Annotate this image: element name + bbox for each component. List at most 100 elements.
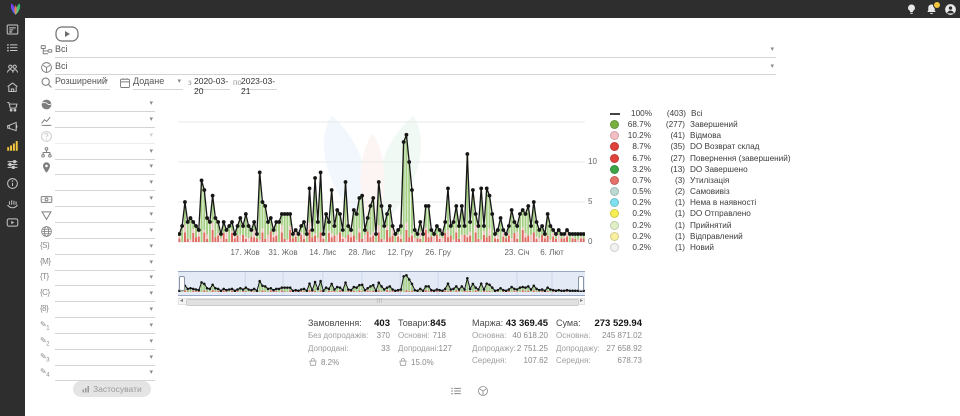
stat-row: Основна:245 871.02 — [556, 331, 642, 344]
search-icon — [40, 76, 53, 89]
legend-item[interactable]: 0.2%(1)Нема в наявності — [610, 197, 756, 208]
chevron-down-icon: ▾ — [149, 211, 153, 219]
scroll-left-icon[interactable]: ◂ — [180, 298, 183, 305]
scroll-right-icon[interactable]: ▸ — [580, 298, 583, 305]
legend-item[interactable]: 100%(403)Всі — [610, 108, 702, 119]
sidebar-item-partners[interactable] — [6, 197, 19, 210]
brackets-m-icon: {M} — [40, 257, 53, 270]
side-filter-dropdown-13[interactable]: ▾ — [55, 288, 155, 302]
chart-scrollbar[interactable]: ◂ ||| ▸ — [178, 298, 585, 305]
sidebar-item-settings[interactable] — [6, 158, 19, 171]
chevron-down-icon: ▾ — [149, 179, 153, 187]
side-filter-dropdown-4[interactable]: ▾ — [55, 146, 155, 160]
date-from-label: з — [188, 78, 192, 87]
legend-item[interactable]: 0.2%(1)DO Отправлено — [610, 208, 751, 219]
sidebar-item-orders[interactable] — [6, 42, 19, 55]
stat-title: Товари:845 — [398, 318, 446, 331]
stat-row: Середня:678.73 — [556, 356, 642, 369]
sidebar-item-store[interactable] — [6, 81, 19, 94]
stat-upsell-badge: 8.2% — [308, 356, 390, 369]
date-field-dropdown[interactable]: Додане ▾ — [133, 76, 183, 90]
side-filter-dropdown-7[interactable]: ▾ — [55, 193, 155, 207]
status-flow-icon — [40, 44, 53, 57]
list-view-icon[interactable] — [450, 384, 462, 396]
chevron-down-icon: ▾ — [149, 338, 153, 346]
chevron-down-icon: ▾ — [149, 148, 153, 156]
legend-dot-marker — [610, 120, 619, 129]
legend-item[interactable]: 8.7%(35)DO Возврат склад — [610, 141, 759, 152]
navigator-left-handle[interactable] — [179, 276, 185, 291]
sidebar-item-cart[interactable] — [6, 100, 19, 113]
legend-item[interactable]: 68.7%(277)Завершений — [610, 119, 738, 130]
basket-icon — [308, 357, 321, 369]
legend-dot-marker — [610, 243, 619, 252]
legend-item[interactable]: 0.7%(3)Утилізація — [610, 175, 729, 186]
side-filter-dropdown-2[interactable]: ▾ — [55, 114, 155, 128]
side-filter-dropdown-8[interactable]: ▾ — [55, 209, 155, 223]
apply-button[interactable]: Застосувати — [73, 381, 151, 397]
calendar-icon — [119, 76, 132, 89]
sidebar-item-marketing[interactable] — [6, 120, 19, 133]
scrollbar-thumb[interactable]: ||| — [186, 299, 579, 306]
side-filter-dropdown-17[interactable]: ▾ — [55, 352, 155, 366]
search-mode-dropdown[interactable]: Розширений ▾ — [55, 76, 110, 90]
x-tick-label: 31. Жов — [261, 248, 305, 257]
pencil-1-icon: ✎1 — [40, 320, 53, 333]
chevron-down-icon: ▾ — [104, 78, 108, 86]
side-filter-dropdown-5[interactable]: ▾ — [55, 161, 155, 175]
legend-item[interactable]: 6.7%(27)Повернення (завершений) — [610, 153, 791, 164]
side-filter-dropdown-1[interactable]: ▾ — [55, 98, 155, 112]
stat-row: Допродажу:2 751.25 — [472, 344, 548, 357]
cube-icon — [40, 177, 53, 190]
video-tutorial-icon[interactable] — [55, 26, 79, 42]
brackets-c-icon: {C} — [40, 288, 53, 301]
person-icon[interactable] — [944, 3, 957, 16]
side-filter-dropdown-6[interactable]: ▾ — [55, 177, 155, 191]
legend-item[interactable]: 0.2%(1)Новий — [610, 242, 714, 253]
chevron-down-icon: ▾ — [149, 243, 153, 251]
bulb-icon[interactable] — [905, 3, 918, 16]
cube-view-icon[interactable] — [477, 384, 489, 396]
side-filter-dropdown-14[interactable]: ▾ — [55, 304, 155, 318]
side-filter-dropdown-12[interactable]: ▾ — [55, 272, 155, 286]
stat-upsell-badge: 15.0% — [398, 356, 446, 369]
stat-row: Допродані:33 — [308, 344, 390, 357]
chevron-down-icon: ▾ — [149, 322, 153, 330]
product-filter-dropdown[interactable]: Всі ▾ — [55, 61, 776, 75]
legend-item[interactable]: 10.2%(41)Відмова — [610, 130, 721, 141]
legend-item[interactable]: 0.2%(1)Відправлений — [610, 231, 743, 242]
sidebar-item-video[interactable] — [6, 216, 19, 229]
stat-title: Замовлення:403 — [308, 318, 390, 331]
stat-title: Маржа:43 369.45 — [472, 318, 548, 331]
date-field-value: Додане — [133, 76, 164, 86]
side-filter-dropdown-10[interactable]: ▾ — [55, 241, 155, 255]
y-tick-label: 0 — [588, 237, 604, 246]
legend-item[interactable]: 3.2%(13)DO Завершено — [610, 164, 748, 175]
stat-column: Товари:845Основні:718Допродані:12715.0% — [398, 318, 446, 369]
y-tick-label: 10 — [588, 157, 604, 166]
navigator-right-handle[interactable] — [578, 276, 584, 291]
pencil-2-icon: ✎2 — [40, 336, 53, 349]
sidebar-item-clients[interactable] — [6, 62, 19, 75]
x-tick-label: 14. Лис — [301, 248, 345, 257]
chevron-down-icon: ▾ — [149, 163, 153, 171]
side-filter-dropdown-9[interactable]: ▾ — [55, 225, 155, 239]
brackets-8-icon: {8} — [40, 304, 53, 317]
globe-icon — [40, 98, 53, 111]
sidebar-item-dashboard[interactable] — [6, 23, 19, 36]
legend-item[interactable]: 0.5%(2)Самовивіз — [610, 186, 730, 197]
orders-chart-plot — [178, 100, 585, 245]
side-filter-dropdown-18[interactable]: ▾ — [55, 367, 155, 381]
side-filter-dropdown-16[interactable]: ▾ — [55, 336, 155, 350]
pencil-3-icon: ✎3 — [40, 352, 53, 365]
legend-item[interactable]: 0.2%(1)Прийнятий — [610, 220, 731, 231]
side-filter-dropdown-11[interactable]: ▾ — [55, 257, 155, 271]
sidebar-item-statistics[interactable] — [6, 139, 19, 152]
app-logo — [8, 2, 23, 16]
status-filter-dropdown[interactable]: Всі ▾ — [55, 44, 776, 58]
date-from-input[interactable]: 2020-03-20 — [194, 76, 230, 90]
side-filter-dropdown-3[interactable]: ▾ — [55, 130, 155, 144]
date-to-input[interactable]: 2023-03-21 — [241, 76, 277, 90]
sidebar-item-info[interactable] — [6, 177, 19, 190]
side-filter-dropdown-15[interactable]: ▾ — [55, 320, 155, 334]
